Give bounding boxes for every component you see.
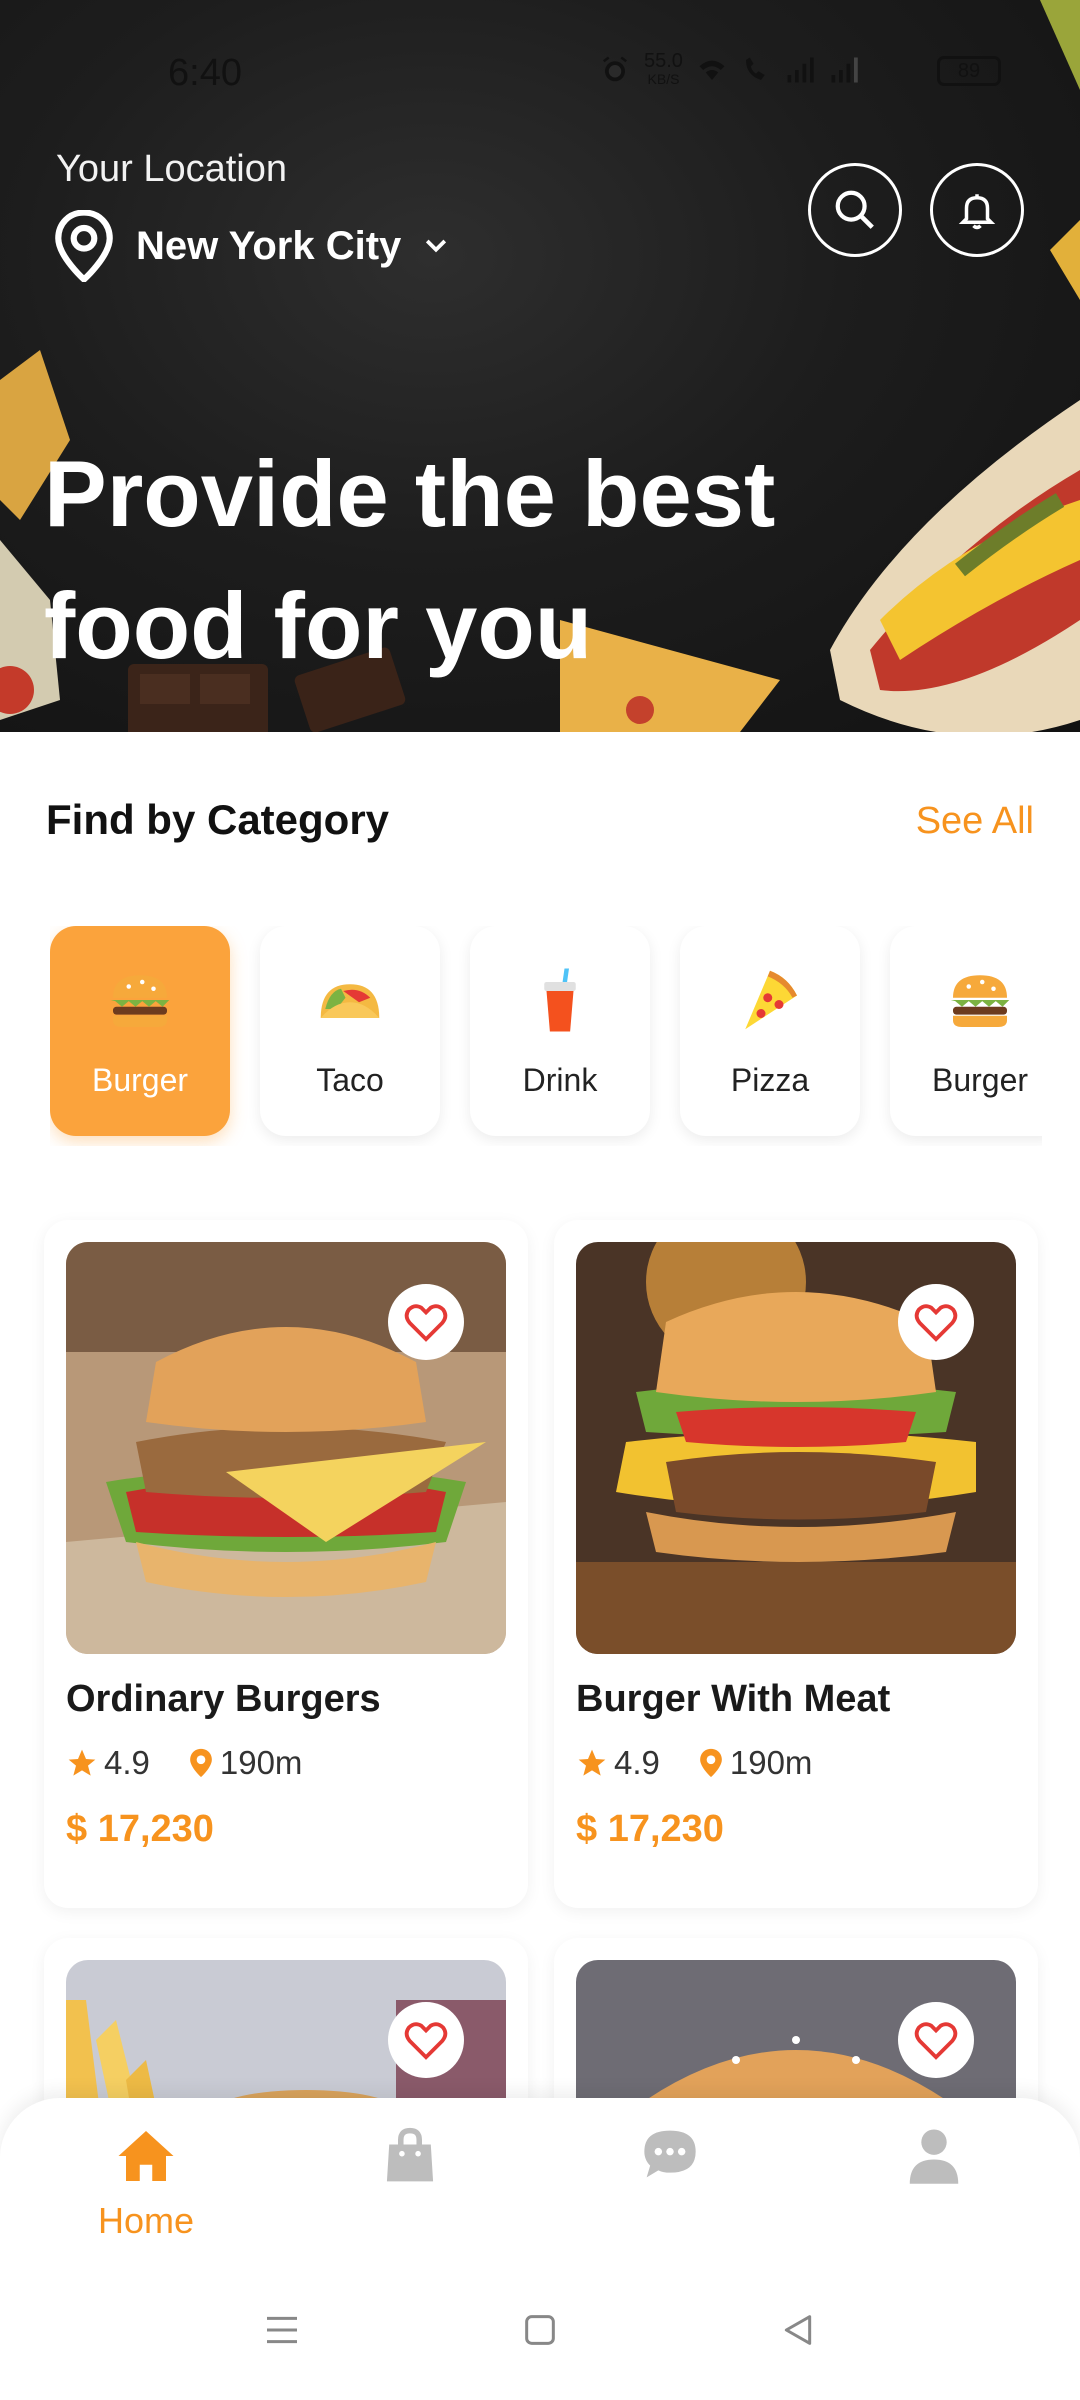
chevron-down-icon — [426, 239, 447, 253]
network-speed-value: 55.0 — [644, 50, 683, 72]
food-distance: 190m — [729, 1744, 813, 1781]
favorite-button[interactable] — [898, 2002, 974, 2078]
hero-title-line1: Provide the best — [44, 441, 776, 546]
favorite-button[interactable] — [388, 2002, 464, 2078]
wifi-icon — [699, 60, 725, 80]
search-icon — [835, 190, 874, 229]
food-image — [576, 1242, 1016, 1654]
location-pin-icon — [700, 1748, 722, 1778]
food-image — [66, 1242, 506, 1654]
taco-icon — [320, 984, 380, 1018]
status-time: 6:40 — [168, 52, 242, 94]
burger-icon — [110, 975, 170, 1027]
favorite-button[interactable] — [898, 1284, 974, 1360]
location-pin-icon — [190, 1748, 212, 1778]
food-name: Ordinary Burgers — [66, 1678, 381, 1720]
location-label: Your Location — [56, 148, 288, 190]
food-meta: 4.9 190m — [576, 1744, 812, 1782]
category-label: Taco — [316, 1062, 384, 1098]
hero-banner: 6:40 55.0 KB/S 89 Your Location New York… — [0, 0, 1080, 732]
heart-icon — [404, 1304, 448, 1342]
nav-item-chat[interactable] — [590, 2126, 750, 2182]
food-card[interactable]: Ordinary Burgers 4.9 190m $ 17,230 — [44, 1220, 528, 1908]
system-navigation-bar — [0, 2290, 1080, 2380]
home-square-icon[interactable] — [520, 2310, 560, 2350]
alarm-icon — [603, 56, 627, 82]
profile-icon — [909, 2129, 959, 2184]
heart-icon — [404, 2022, 448, 2060]
battery-indicator: 89 — [937, 56, 1001, 86]
notification-button[interactable] — [930, 163, 1024, 257]
category-item-burger[interactable]: Burger — [50, 926, 230, 1136]
category-item-drink[interactable]: Drink — [470, 926, 650, 1136]
network-speed: 55.0 KB/S — [644, 50, 683, 88]
location-city: New York City — [136, 223, 402, 268]
favorite-button[interactable] — [388, 1284, 464, 1360]
nav-item-profile[interactable] — [854, 2126, 1014, 2186]
nav-item-bag[interactable] — [330, 2126, 490, 2186]
bag-icon — [386, 2127, 434, 2182]
location-pin-icon — [55, 210, 113, 282]
search-button[interactable] — [808, 163, 902, 257]
location-selector[interactable]: New York City — [52, 210, 451, 282]
category-list: Burger Taco Drink Pizza Burger — [50, 926, 1042, 1146]
category-item-pizza[interactable]: Pizza — [680, 926, 860, 1136]
burger-icon — [950, 975, 1010, 1027]
status-icons: 55.0 KB/S — [600, 50, 859, 88]
category-item-taco[interactable]: Taco — [260, 926, 440, 1136]
signal-icon-2 — [831, 57, 858, 83]
app-screen: 6:40 55.0 KB/S 89 Your Location New York… — [0, 0, 1080, 2400]
category-item-burger-2[interactable]: Burger — [890, 926, 1042, 1136]
category-label: Burger — [931, 1062, 1029, 1098]
menu-icon[interactable] — [262, 2310, 302, 2350]
category-label: Burger — [91, 1062, 189, 1098]
heart-icon — [914, 2022, 958, 2060]
bell-icon — [958, 194, 996, 230]
food-name: Burger With Meat — [576, 1678, 891, 1720]
category-label: Pizza — [730, 1062, 810, 1098]
nav-label-home: Home — [97, 2200, 195, 2241]
hero-title-line2: food for you — [44, 573, 593, 678]
star-icon — [578, 1749, 606, 1776]
food-rating: 4.9 — [614, 1744, 660, 1781]
volte-icon — [745, 57, 765, 80]
food-distance: 190m — [219, 1744, 303, 1781]
back-triangle-icon[interactable] — [778, 2310, 818, 2350]
star-icon — [68, 1749, 96, 1776]
chat-icon — [644, 2130, 696, 2178]
food-rating: 4.9 — [104, 1744, 150, 1781]
food-meta: 4.9 190m — [66, 1744, 302, 1782]
status-bar: 6:40 55.0 KB/S 89 — [0, 0, 1080, 140]
category-section-title: Find by Category — [46, 796, 390, 843]
hero-title: Provide the best food for you — [44, 428, 844, 692]
pizza-icon — [745, 970, 797, 1030]
category-label: Drink — [522, 1062, 598, 1098]
heart-icon — [914, 1304, 958, 1342]
food-price: $ 17,230 — [576, 1808, 724, 1850]
home-icon — [118, 2131, 174, 2181]
network-speed-unit: KB/S — [647, 71, 680, 87]
food-card[interactable]: Burger With Meat 4.9 190m $ 17,230 — [554, 1220, 1038, 1908]
bottom-navigation: Home — [0, 2098, 1080, 2400]
food-price: $ 17,230 — [66, 1808, 214, 1850]
drink-icon — [544, 968, 576, 1032]
signal-icon-1 — [787, 57, 814, 83]
nav-item-home[interactable]: Home — [66, 2126, 226, 2242]
see-all-link[interactable]: See All — [916, 800, 1034, 843]
